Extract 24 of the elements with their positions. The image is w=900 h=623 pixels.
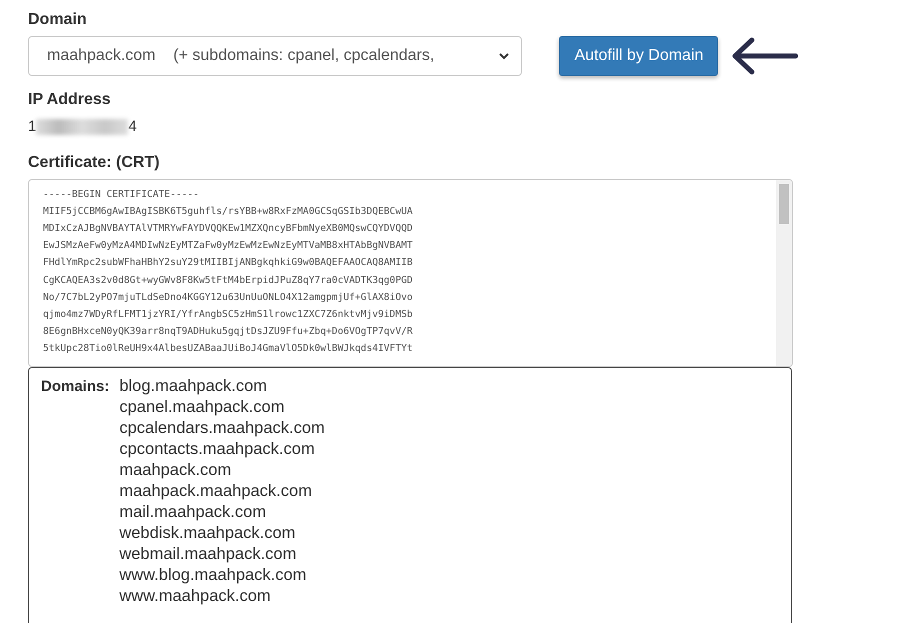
domain-dropdown[interactable]: maahpack.com (+ subdomains: cpanel, cpcalendars, [28, 36, 522, 76]
scroll-thumb[interactable] [779, 184, 789, 224]
field-label: Certificate: (CRT) [28, 152, 161, 172]
field-label: Domain [28, 10, 88, 30]
domain-name: cpcalendars.maahpack.com [119, 418, 325, 438]
domain-name: webmail.maahpack.com [119, 544, 298, 564]
domain-name: maahpack.maahpack.com [119, 480, 313, 502]
domain-name: cpcontacts.maahpack.com [119, 438, 316, 460]
autofill-button[interactable]: Autofill by Domain [559, 36, 718, 76]
certificate-textarea[interactable]: -----BEGIN CERTIFICATE----- MIIF5jCCBM6gAwIBAgISBK6T5guhfls/rsYBB+w8RxFzMA0GCSqGSIb3DQEBCwUA MDIxCzAJBgNVBAYTAlVTMRYwFAYDVQQKEw1MZXQncyBFbmNyeXB0MQswCQYDVQQD EwJSMzAeFw0yMzA4MDIwNzEyMTZaFw0yMzEwMzEwNzEyMTVaMB8xHTAbBgNVBAMT FHdlYmRpc2subWFhaHBhY2suY29tMIIBIjANBgkqhkiG9w0BAQEFAAOCAQ8AMIIB CgKCAQEA3s2v0d8Gt+wyGWv8F8Kw5tFtM4bErpidJPuZ8qY7ra0cVADTK3qg0PGD No/7C7bL2yPO7mjuTLdSeDno4KGGY12u63UnUuONLO4X12amgpmjUf+GlAX8iOvo qjmo4mz7WDyRfLFMT1jzYRI/YfrAngbSC5zHmS1lrowc1ZXC7Z6nktvMjv9iDMSb 8E6gnBHxceN0yQK39arr8nqT9ADHuku5gqjtDsJZU9Ffu+Zbq+Do6VOgTP7qvV/R 5tkUpc28Tio0lReUH9x4AlbesUZABaaJUiBoJ4GmaVlO5Dk0wlBWJkqds4IVFTYt [28, 178, 793, 366]
domain-name: mail.maahpack.com [119, 502, 268, 522]
domain-name: cpanel.maahpack.com [119, 396, 286, 418]
caret-icon [499, 52, 510, 60]
scrollbar[interactable] [776, 180, 792, 366]
domains-label: Domains: [41, 376, 110, 396]
domain-name: webdisk.maahpack.com [119, 522, 296, 544]
field-label: IP Address [28, 90, 112, 110]
ip-address-text: 4 [128, 117, 137, 137]
domain-name: www.blog.maahpack.com [119, 564, 308, 586]
domain-name: www.maahpack.com [119, 586, 272, 606]
arrow-icon [730, 36, 800, 76]
domain-name: blog.maahpack.com [119, 376, 268, 396]
ip-address-text: 1 [28, 117, 36, 137]
domain-name: maahpack.com [119, 460, 232, 480]
